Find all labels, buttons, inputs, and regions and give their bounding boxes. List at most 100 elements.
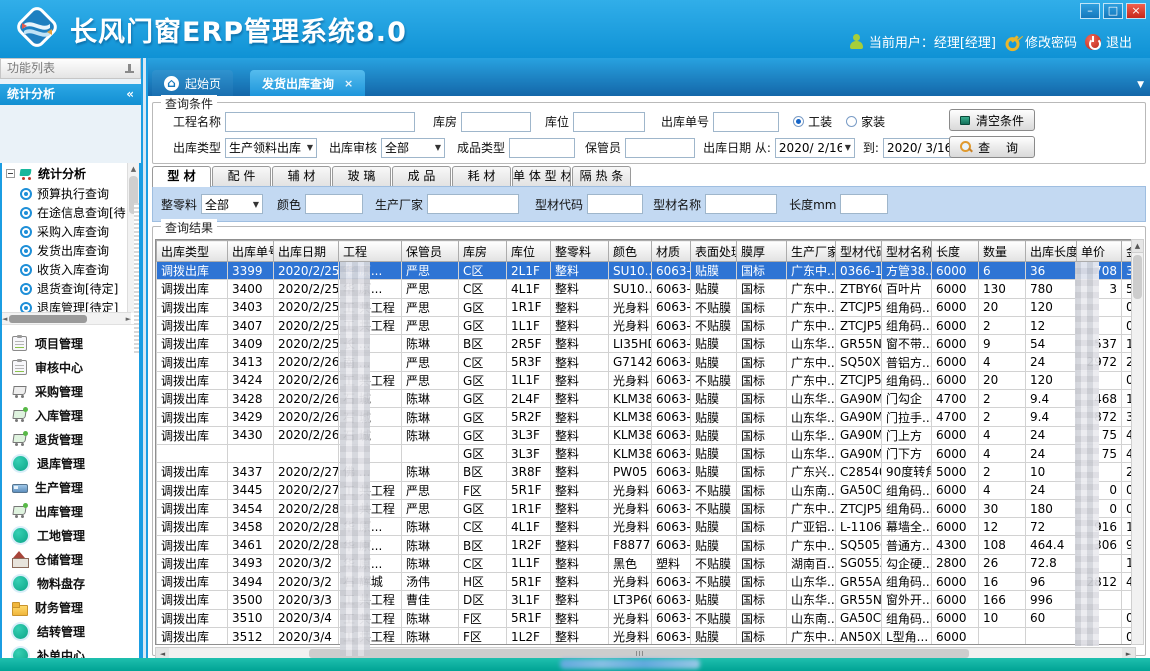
close-button[interactable]: × bbox=[1126, 3, 1146, 19]
material-tab-隔热条[interactable]: 隔 热 条 bbox=[572, 166, 631, 186]
sidebar-item-入库管理[interactable]: 入库管理 bbox=[2, 403, 139, 427]
column-header[interactable]: 材质 bbox=[652, 241, 691, 262]
maximize-button[interactable]: □ bbox=[1103, 3, 1123, 19]
column-header[interactable]: 出库日期 bbox=[274, 241, 339, 262]
table-row[interactable]: 调拨出库34302020/2/26石 城陈琳G区3L3F整料KLM3817606… bbox=[157, 426, 1137, 444]
column-header[interactable]: 生产厂家 bbox=[787, 241, 836, 262]
color-input[interactable] bbox=[305, 194, 363, 214]
table-row[interactable]: 调拨出库34072020/2/25工 共工程严思G区1L1F整料光身料6063-… bbox=[157, 316, 1137, 334]
search-button[interactable]: 查 询 bbox=[949, 136, 1035, 158]
table-row[interactable]: G区3L3F整料KLM38176063-T5贴膜国标山东华...GA90M09.… bbox=[157, 444, 1137, 462]
column-header[interactable]: 长度 bbox=[932, 241, 979, 262]
tree-item[interactable]: 退货查询[待定] bbox=[2, 279, 139, 298]
scroll-up-icon[interactable]: ▲ bbox=[1132, 240, 1143, 253]
scroll-right-icon[interactable]: ► bbox=[126, 315, 131, 323]
order-no-input[interactable] bbox=[713, 112, 779, 132]
sidebar-item-退货管理[interactable]: 退货管理 bbox=[2, 427, 139, 451]
pin-icon[interactable] bbox=[125, 64, 134, 74]
table-row[interactable]: 调拨出库35102020/3/4工 共工程陈琳F区5R1F整料光身料6063-T… bbox=[157, 609, 1137, 627]
grid-vertical-scrollbar[interactable]: ▲ bbox=[1131, 239, 1144, 645]
outbound-type-select[interactable]: 生产领料出库▼ bbox=[225, 138, 317, 158]
scrollbar-thumb[interactable] bbox=[9, 315, 87, 323]
column-header[interactable]: 工程 bbox=[339, 241, 402, 262]
material-tab-单体型材[interactable]: 单 体 型 材 bbox=[512, 166, 571, 186]
tab-close-icon[interactable]: × bbox=[344, 77, 353, 90]
table-row[interactable]: 调拨出库34612020/2/28华 原...陈琳B区1R2F整料F8877FT… bbox=[157, 536, 1137, 554]
profile-code-input[interactable] bbox=[587, 194, 643, 214]
tab-list-caret-icon[interactable]: ▼ bbox=[1137, 80, 1144, 90]
location-input[interactable] bbox=[573, 112, 645, 132]
column-header[interactable]: 型材代码 bbox=[836, 241, 882, 262]
radio-home-decor[interactable]: 家装 bbox=[846, 113, 885, 130]
column-header[interactable]: 库位 bbox=[507, 241, 551, 262]
table-row[interactable]: 调拨出库34582020/2/28华 原...陈琳C区4L1F整料光身料6063… bbox=[157, 518, 1137, 536]
sidebar-item-工地管理[interactable]: 工地管理 bbox=[2, 523, 139, 547]
column-header[interactable]: 颜色 bbox=[609, 241, 652, 262]
profile-name-input[interactable] bbox=[705, 194, 777, 214]
material-tab-玻璃[interactable]: 玻 璃 bbox=[332, 166, 391, 186]
table-row[interactable]: 调拨出库34452020/2/27工 共工程严思F区5R1F整料光身料6063-… bbox=[157, 481, 1137, 499]
table-row[interactable]: 调拨出库34932020/3/2华 原...陈琳C区1L1F整料黑色塑料不贴膜国… bbox=[157, 554, 1137, 572]
table-row[interactable]: 调拨出库34542020/2/28工 共工程严思G区1R1F整料光身料6063-… bbox=[157, 499, 1137, 517]
column-header[interactable]: 保管员 bbox=[402, 241, 459, 262]
sidebar-item-财务管理[interactable]: 财务管理 bbox=[2, 595, 139, 619]
factory-input[interactable] bbox=[427, 194, 519, 214]
sidebar-item-生产管理[interactable]: 生产管理 bbox=[2, 475, 139, 499]
tree-root[interactable]: 统计分析 bbox=[2, 163, 139, 184]
scroll-left-icon[interactable]: ◄ bbox=[2, 315, 7, 323]
sidebar-item-出库管理[interactable]: 出库管理 bbox=[2, 499, 139, 523]
column-header[interactable]: 表面处理 bbox=[691, 241, 737, 262]
column-header[interactable]: 库房 bbox=[459, 241, 507, 262]
table-row[interactable]: 调拨出库34282020/2/26石 城陈琳G区2L4F整料KLM3817606… bbox=[157, 390, 1137, 408]
table-row[interactable]: 调拨出库33992020/2/25华 原...严思C区2L1F整料SU10...… bbox=[157, 262, 1137, 280]
scroll-up-icon[interactable]: ▲ bbox=[128, 163, 139, 175]
sidebar-item-审核中心[interactable]: 审核中心 bbox=[2, 355, 139, 379]
tab-home[interactable]: ⌂ 起始页 bbox=[152, 70, 233, 96]
length-input[interactable] bbox=[840, 194, 888, 214]
tab-shipping-outbound-query[interactable]: 发货出库查询 × bbox=[250, 70, 365, 96]
column-header[interactable]: 单价 bbox=[1077, 241, 1122, 262]
material-tab-成品[interactable]: 成 品 bbox=[392, 166, 451, 186]
column-header[interactable]: 出库单号 bbox=[228, 241, 274, 262]
sidebar-splitter[interactable] bbox=[141, 58, 148, 658]
scrollbar-thumb[interactable] bbox=[1133, 255, 1142, 299]
sidebar-item-退库管理[interactable]: 退库管理 bbox=[2, 451, 139, 475]
column-header[interactable]: 膜厚 bbox=[737, 241, 787, 262]
sidebar-item-结转管理[interactable]: 结转管理 bbox=[2, 619, 139, 643]
sidebar-item-物料盘存[interactable]: 物料盘存 bbox=[2, 571, 139, 595]
logout-button[interactable]: 退出 bbox=[1085, 32, 1132, 51]
material-tab-耗材[interactable]: 耗 材 bbox=[452, 166, 511, 186]
date-from-select[interactable]: 2020/ 2/16▼ bbox=[775, 138, 855, 158]
table-row[interactable]: 调拨出库34092020/2/25长 ...陈琳B区2R5F整料LI35HD60… bbox=[157, 335, 1137, 353]
column-header[interactable]: 整零料 bbox=[551, 241, 609, 262]
sidebar-item-采购管理[interactable]: 采购管理 bbox=[2, 379, 139, 403]
keeper-input[interactable] bbox=[625, 138, 695, 158]
tree-item[interactable]: 采购入库查询 bbox=[2, 222, 139, 241]
tree-item[interactable]: 在途信息查询[待 bbox=[2, 203, 139, 222]
project-name-input[interactable] bbox=[225, 112, 415, 132]
tree-item[interactable]: 收货入库查询 bbox=[2, 260, 139, 279]
material-tab-型材[interactable]: 型 材 bbox=[152, 166, 211, 187]
sidebar-item-仓储管理[interactable]: 仓储管理 bbox=[2, 547, 139, 571]
whole-part-select[interactable]: 全部▼ bbox=[201, 194, 263, 214]
table-row[interactable]: 调拨出库34242020/2/26工 共工程严思G区1L1F整料光身料6063-… bbox=[157, 371, 1137, 389]
column-header[interactable]: 出库长度 bbox=[1026, 241, 1077, 262]
audit-select[interactable]: 全部▼ bbox=[381, 138, 445, 158]
change-password-button[interactable]: 修改密码 bbox=[1004, 32, 1077, 51]
sidebar-item-项目管理[interactable]: 项目管理 bbox=[2, 331, 139, 355]
sidebar-section-header[interactable]: 统计分析 « bbox=[0, 84, 141, 105]
table-row[interactable]: 调拨出库34032020/2/25工 共工程严思G区1R1F整料光身料6063-… bbox=[157, 298, 1137, 316]
table-row[interactable]: 调拨出库34002020/2/25华 原...严思C区4L1F整料SU10...… bbox=[157, 280, 1137, 298]
table-row[interactable]: 调拨出库35002020/3/3工 共工程曹佳D区3L1F整料LT3P60606… bbox=[157, 591, 1137, 609]
tree-expander-icon[interactable] bbox=[6, 169, 15, 178]
product-type-input[interactable] bbox=[509, 138, 575, 158]
table-row[interactable]: 调拨出库34372020/2/27佛 ...陈琳B区3R8F整料PW056063… bbox=[157, 463, 1137, 481]
clear-conditions-button[interactable]: 清空条件 bbox=[949, 109, 1035, 131]
warehouse-input[interactable] bbox=[461, 112, 531, 132]
table-row[interactable]: 调拨出库35122020/3/4工 共工程陈琳F区1L2F整料光身料6063-T… bbox=[157, 627, 1137, 645]
radio-industrial[interactable]: 工装 bbox=[793, 113, 832, 130]
material-tab-辅材[interactable]: 辅 材 bbox=[272, 166, 331, 186]
menu-scrollbar[interactable] bbox=[134, 203, 139, 353]
scrollbar-thumb[interactable] bbox=[309, 649, 969, 658]
tree-item[interactable]: 发货出库查询 bbox=[2, 241, 139, 260]
